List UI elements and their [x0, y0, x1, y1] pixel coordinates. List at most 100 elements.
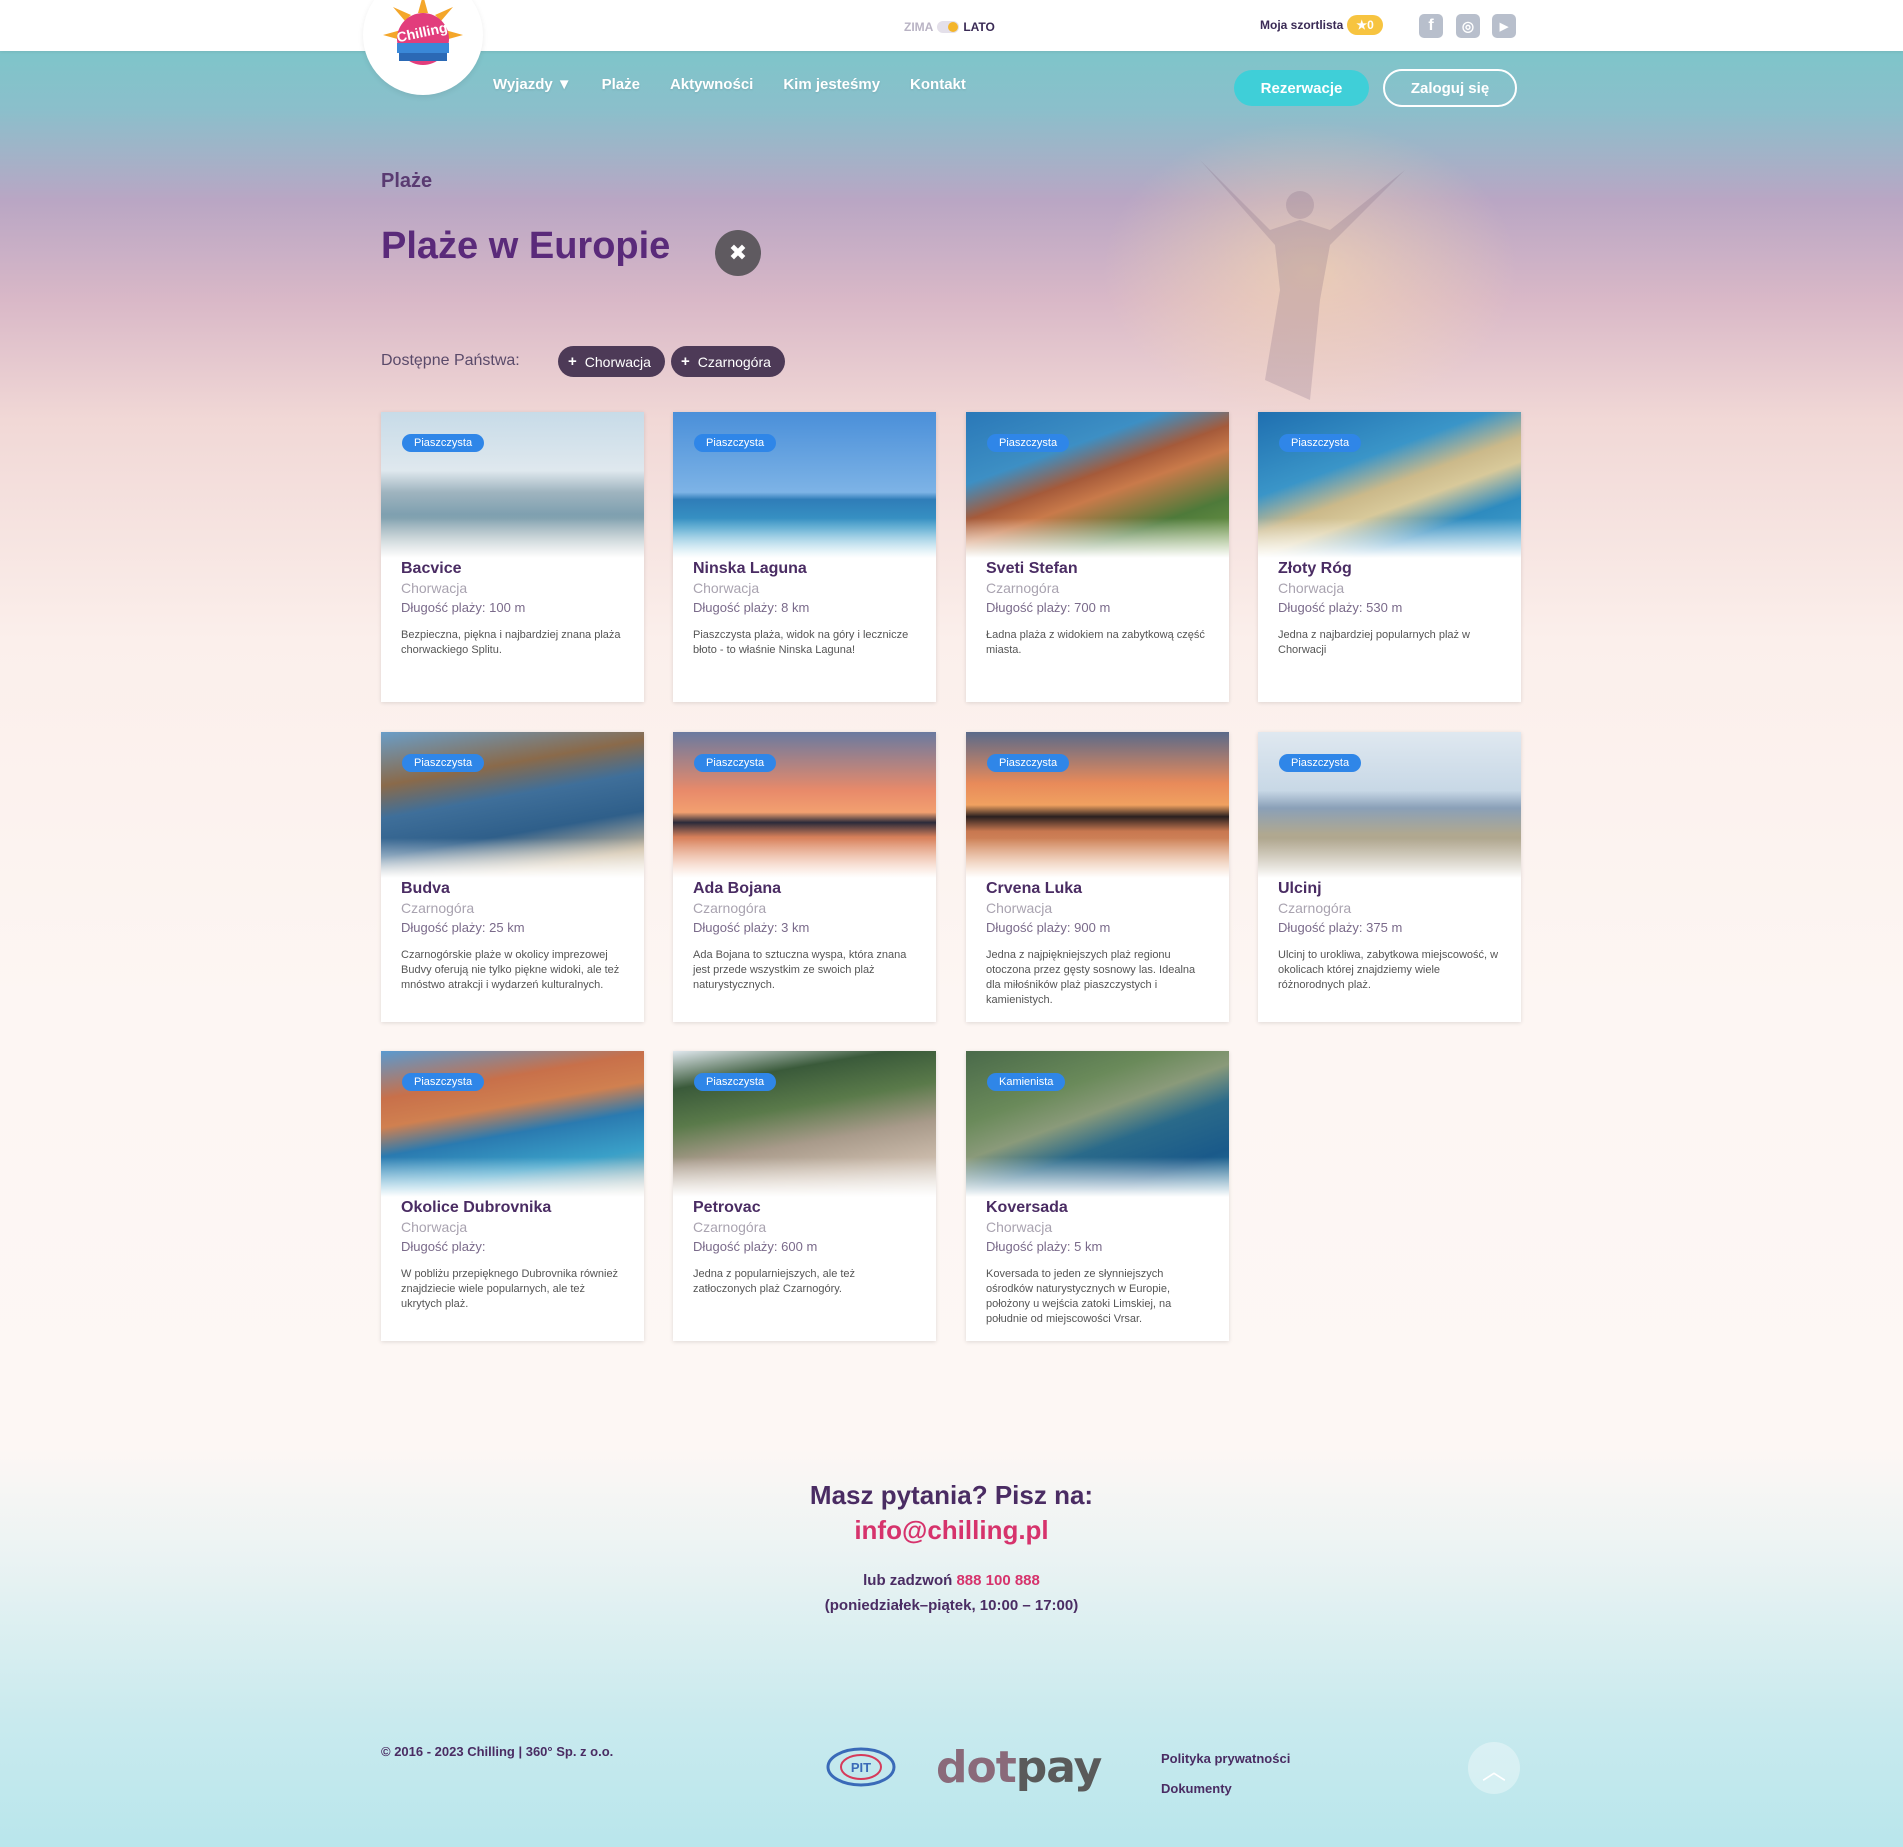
beach-name: Złoty Róg — [1278, 560, 1352, 577]
beach-name: Petrovac — [693, 1199, 761, 1216]
beach-length: Długość plaży: 600 m — [693, 1239, 818, 1254]
beach-type-badge: Kamienista — [987, 1073, 1066, 1091]
shortlist-label: Moja szortlista — [1260, 18, 1344, 32]
beach-length: Długość plaży: 5 km — [986, 1239, 1103, 1254]
filter-chip-chorwacja[interactable]: + Chorwacja — [558, 346, 665, 377]
beach-description: Czarnogórskie plaże w okolicy imprezowej… — [401, 949, 620, 991]
beach-country: Czarnogóra — [693, 1219, 767, 1235]
beach-length: Długość plaży: 530 m — [1278, 600, 1403, 615]
beach-card[interactable]: Piaszczysta Petrovac Czarnogóra Długość … — [673, 1051, 936, 1341]
contact-question: Masz pytania? Pisz na: — [809, 1480, 1094, 1510]
beach-type-badge: Piaszczysta — [694, 434, 777, 452]
beach-type-badge: Piaszczysta — [1279, 434, 1362, 452]
season-winter-label[interactable]: ZIMA — [904, 20, 933, 34]
main-nav: Wyjazdy ▼ Plaże Aktywności Kim jesteśmy K… — [493, 76, 966, 93]
beach-description: Jedna z najpiękniejszych plaż regionu ot… — [986, 949, 1196, 1006]
beach-type-badge: Piaszczysta — [987, 754, 1070, 772]
beach-description: Piaszczysta plaża, widok na góry i leczn… — [693, 629, 909, 656]
beach-length: Długość plaży: 100 m — [401, 600, 526, 615]
beach-description: Koversada to jeden ze słynniejszych ośro… — [986, 1268, 1172, 1325]
nav-item-kontakt[interactable]: Kontakt — [910, 76, 966, 93]
contact-section: Masz pytania? Pisz na: info@chilling.pl … — [0, 1480, 1903, 1614]
phone-link[interactable]: 888 100 888 — [956, 1572, 1039, 1589]
page-title: Plaże w Europie — [381, 225, 671, 267]
footer-links: Polityka prywatności Dokumenty — [1161, 1744, 1290, 1804]
beach-description: Ulcinj to urokliwa, zabytkowa miejscowoś… — [1278, 949, 1499, 991]
beach-length: Długość plaży: 8 km — [693, 600, 810, 615]
beach-name: Crvena Luka — [986, 880, 1083, 897]
beach-card[interactable]: Piaszczysta Złoty Róg Chorwacja Długość … — [1258, 412, 1521, 702]
beach-name: Koversada — [986, 1199, 1068, 1216]
beach-name: Okolice Dubrovnika — [401, 1199, 552, 1216]
beach-description: Ada Bojana to sztuczna wyspa, która znan… — [693, 949, 907, 991]
login-button[interactable]: Zaloguj się — [1383, 69, 1517, 107]
clear-filter-close-icon[interactable]: ✖ — [715, 230, 761, 276]
copyright: © 2016 - 2023 Chilling | 360° Sp. z o.o. — [381, 1744, 614, 1759]
nav-item-kim-jestesmy[interactable]: Kim jesteśmy — [783, 76, 880, 93]
facebook-icon[interactable]: f — [1419, 14, 1443, 38]
beach-type-badge: Piaszczysta — [987, 434, 1070, 452]
beach-card[interactable]: Piaszczysta Okolice Dubrovnika Chorwacja… — [381, 1051, 644, 1341]
contact-call: lub zadzwoń 888 100 888 — [0, 1572, 1903, 1589]
beach-country: Chorwacja — [986, 900, 1053, 916]
caret-down-icon: ▼ — [556, 76, 572, 93]
pit-logo-text: PIT — [851, 1760, 871, 1775]
season-toggle[interactable] — [937, 21, 960, 33]
beach-type-badge: Piaszczysta — [694, 1073, 777, 1091]
nav-item-plaze[interactable]: Plaże — [602, 76, 640, 93]
breadcrumb[interactable]: Plaże — [381, 170, 432, 193]
chip-label: Czarnogóra — [697, 353, 771, 370]
nav-item-wyjazdy[interactable]: Wyjazdy ▼ — [493, 76, 572, 93]
beach-type-badge: Piaszczysta — [402, 754, 485, 772]
beach-name: Ada Bojana — [693, 880, 782, 897]
dotpay-pay-text: pay — [1015, 1742, 1103, 1793]
beach-country: Chorwacja — [693, 580, 760, 596]
beach-description: Jedna z najbardziej popularnych plaż w C… — [1278, 629, 1471, 656]
beach-card[interactable]: Kamienista Koversada Chorwacja Długość p… — [966, 1051, 1229, 1341]
beach-length: Długość plaży: 900 m — [986, 920, 1111, 935]
reservations-button[interactable]: Rezerwacje — [1234, 70, 1369, 106]
beach-length: Długość plaży: 700 m — [986, 600, 1111, 615]
beach-card[interactable]: Piaszczysta Crvena Luka Chorwacja Długoś… — [966, 732, 1229, 1022]
beach-country: Chorwacja — [401, 580, 468, 596]
beach-country: Chorwacja — [986, 1219, 1053, 1235]
nav-item-aktywnosci[interactable]: Aktywności — [670, 76, 753, 93]
beach-name: Ninska Laguna — [693, 560, 807, 577]
beach-name: Budva — [401, 880, 450, 897]
beach-card[interactable]: Piaszczysta Budva Czarnogóra Długość pla… — [381, 732, 644, 1022]
call-prefix: lub zadzwoń — [863, 1572, 957, 1589]
beach-country: Czarnogóra — [986, 580, 1060, 596]
documents-link[interactable]: Dokumenty — [1161, 1774, 1290, 1804]
privacy-policy-link[interactable]: Polityka prywatności — [1161, 1744, 1290, 1774]
beach-card[interactable]: Piaszczysta Sveti Stefan Czarnogóra Dług… — [966, 412, 1229, 702]
season-summer-label[interactable]: LATO — [963, 20, 995, 34]
scroll-to-top-chevron-up-icon[interactable]: ︿ — [1468, 1742, 1520, 1794]
pit-logo: PIT — [826, 1747, 896, 1787]
beach-length: Długość plaży: 375 m — [1278, 920, 1403, 935]
beach-description: W pobliżu przepięknego Dubrovnika równie… — [401, 1268, 619, 1310]
instagram-icon[interactable]: ◎ — [1456, 14, 1480, 38]
beach-description: Ładna plaża z widokiem na zabytkową częś… — [986, 629, 1205, 656]
beach-card[interactable]: Piaszczysta Ada Bojana Czarnogóra Długoś… — [673, 732, 936, 1022]
beach-card[interactable]: Piaszczysta Ninska Laguna Chorwacja Dług… — [673, 412, 936, 702]
shortlist-link[interactable]: Moja szortlista ★0 — [1260, 15, 1383, 35]
filter-label: Dostępne Państwa: — [381, 352, 520, 369]
beach-type-badge: Piaszczysta — [402, 434, 485, 452]
beach-card[interactable]: Piaszczysta Bacvice Chorwacja Długość pl… — [381, 412, 644, 702]
beach-card[interactable]: Piaszczysta Ulcinj Czarnogóra Długość pl… — [1258, 732, 1521, 1022]
beach-country: Czarnogóra — [693, 900, 767, 916]
beach-type-badge: Piaszczysta — [1279, 754, 1362, 772]
nav-item-label: Wyjazdy — [493, 76, 553, 93]
beach-type-badge: Piaszczysta — [402, 1073, 485, 1091]
dotpay-dot-text: dot — [936, 1742, 1017, 1793]
dotpay-logo: dotpay — [936, 1742, 1103, 1793]
contact-email-link[interactable]: info@chilling.pl — [0, 1515, 1903, 1546]
filter-chip-czarnogora[interactable]: + Czarnogóra — [671, 346, 785, 377]
chilling-logo[interactable]: Chilling — [363, 0, 483, 95]
beach-country: Chorwacja — [1278, 580, 1345, 596]
beach-country: Czarnogóra — [1278, 900, 1352, 916]
youtube-icon[interactable]: ▶ — [1492, 14, 1516, 38]
beach-length: Długość plaży: 3 km — [693, 920, 810, 935]
beach-country: Chorwacja — [401, 1219, 468, 1235]
beach-name: Sveti Stefan — [986, 560, 1078, 577]
